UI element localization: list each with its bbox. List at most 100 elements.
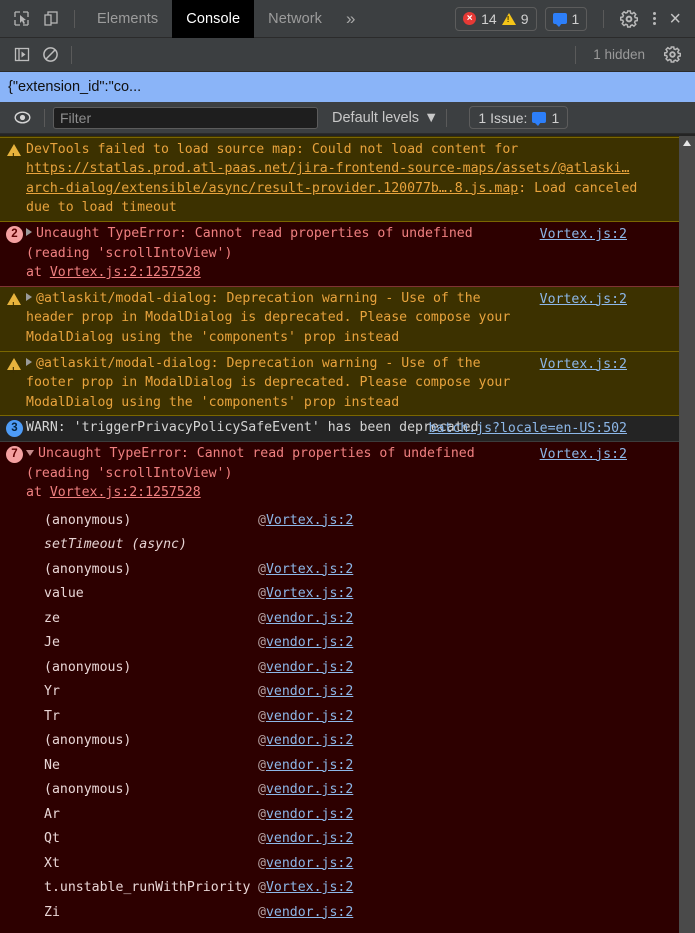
stack-location-link[interactable]: Vortex.js:2:1257528: [50, 265, 201, 280]
stack-frame-name: (anonymous): [44, 782, 132, 798]
message-source-link[interactable]: Vortex.js:2: [540, 225, 627, 245]
issues-count: 1: [551, 109, 560, 126]
filter-input[interactable]: [53, 106, 318, 129]
stack-frame-link[interactable]: vendor.js:2: [266, 684, 353, 699]
console-scrollbar[interactable]: [679, 136, 695, 933]
stack-frame-link[interactable]: Vortex.js:2: [266, 562, 353, 577]
at-keyword: at: [26, 265, 50, 281]
more-options-kebab-icon[interactable]: [646, 12, 663, 25]
filter-divider: [44, 108, 45, 127]
log-levels-dropdown[interactable]: Default levels ▼: [332, 110, 438, 126]
warning-triangle-icon: [7, 292, 21, 315]
stack-frame-link[interactable]: Vortex.js:2: [266, 586, 353, 601]
stack-frame-link[interactable]: vendor.js:2: [266, 782, 353, 797]
execution-context-icon[interactable]: [8, 43, 36, 67]
stack-frame-link[interactable]: vendor.js:2: [266, 856, 353, 871]
expand-triangle-icon[interactable]: [26, 227, 32, 236]
stack-frame[interactable]: (anonymous) @Vortex.js:2: [0, 509, 679, 534]
issues-badge[interactable]: 1 Issue: 1: [469, 106, 569, 129]
stack-frame-location: @vendor.js:2: [258, 831, 354, 847]
stack-frame[interactable]: Ne @vendor.js:2: [0, 754, 679, 779]
stack-frame[interactable]: t.unstable_runWithPriority @Vortex.js:2: [0, 876, 679, 901]
error-at-line: at Vortex.js:2:1257528: [0, 263, 679, 283]
console-message-warning-sourcemap[interactable]: DevTools failed to load source map: Coul…: [0, 137, 679, 222]
stack-trace-list: (anonymous) @Vortex.js:2 setTimeout (asy…: [0, 503, 679, 932]
stack-frame-name: (anonymous): [44, 512, 132, 528]
stack-frame-link[interactable]: vendor.js:2: [266, 905, 353, 920]
tab-network[interactable]: Network: [254, 0, 336, 38]
message-source-link[interactable]: Vortex.js:2: [540, 355, 627, 375]
stack-frame[interactable]: Qt @vendor.js:2: [0, 827, 679, 852]
more-tabs-icon[interactable]: »: [336, 0, 365, 38]
selected-text-bar[interactable]: {"extension_id":"co...: [0, 72, 695, 102]
stack-frame[interactable]: Zi @vendor.js:2: [0, 901, 679, 926]
message-source-link[interactable]: batch.js?locale=en-US:502: [429, 419, 628, 439]
stack-frame-link[interactable]: vendor.js:2: [266, 709, 353, 724]
stack-location-link[interactable]: Vortex.js:2:1257528: [50, 485, 201, 500]
stack-frame-name: (anonymous): [44, 561, 132, 577]
stack-frame-location: @Vortex.js:2: [258, 512, 354, 528]
stack-frame[interactable]: (anonymous) @Vortex.js:2: [0, 558, 679, 583]
stack-frame-link[interactable]: Vortex.js:2: [266, 880, 353, 895]
message-counter[interactable]: 1: [544, 6, 588, 31]
at-keyword: at: [26, 485, 50, 501]
inspect-element-icon[interactable]: [6, 4, 36, 34]
stack-frame[interactable]: ze @vendor.js:2: [0, 607, 679, 632]
console-message-list[interactable]: timeout DevTools failed to load source m…: [0, 136, 695, 933]
message-source-link[interactable]: Vortex.js:2: [540, 445, 627, 465]
console-settings-gear-icon[interactable]: [663, 46, 681, 64]
error-warning-counter[interactable]: × 14 9: [455, 6, 537, 31]
stack-frame[interactable]: Je @vendor.js:2: [0, 631, 679, 656]
stack-frame[interactable]: Xt @vendor.js:2: [0, 852, 679, 877]
stack-frame-location: @Vortex.js:2: [258, 586, 354, 602]
live-expression-eye-icon[interactable]: [8, 106, 36, 130]
stack-frame-link[interactable]: vendor.js:2: [266, 758, 353, 773]
stack-frame[interactable]: value @Vortex.js:2: [0, 582, 679, 607]
message-text-prefix: DevTools failed to load source map: Coul…: [26, 141, 519, 157]
stack-frame-link[interactable]: vendor.js:2: [266, 635, 353, 650]
chevron-down-icon: ▼: [424, 109, 439, 126]
close-icon[interactable]: ×: [663, 9, 691, 29]
log-levels-label: Default levels: [332, 109, 420, 126]
stack-frame[interactable]: (anonymous) @vendor.js:2: [0, 656, 679, 681]
settings-gear-icon[interactable]: [620, 9, 639, 28]
message-source-link[interactable]: Vortex.js:2: [540, 290, 627, 310]
clear-console-icon[interactable]: [36, 43, 64, 67]
selected-text: {"extension_id":"co...: [8, 79, 142, 95]
stack-frame-location: @vendor.js:2: [258, 904, 354, 920]
stack-frame-name: Ne: [44, 757, 60, 773]
console-message-error-collapsed[interactable]: 2 Uncaught TypeError: Cannot read proper…: [0, 221, 679, 287]
tab-console[interactable]: Console: [172, 0, 255, 38]
error-repeat-badge: 7: [6, 445, 23, 463]
stack-frame[interactable]: Tr @vendor.js:2: [0, 705, 679, 730]
stack-frame[interactable]: Ar @vendor.js:2: [0, 803, 679, 828]
stack-frame-async-marker: setTimeout (async): [0, 533, 679, 558]
message-count: 1: [571, 10, 580, 27]
stack-frame-link[interactable]: vendor.js:2: [266, 660, 353, 675]
hidden-messages-label[interactable]: 1 hidden: [593, 47, 645, 62]
stack-frame[interactable]: (anonymous) @vendor.js:2: [0, 778, 679, 803]
warning-message-text: @atlaskit/modal-dialog: Deprecation warn…: [26, 290, 511, 345]
tab-elements[interactable]: Elements: [83, 0, 172, 38]
stack-frame-link[interactable]: vendor.js:2: [266, 807, 353, 822]
console-message-warning-header-prop[interactable]: @atlaskit/modal-dialog: Deprecation warn…: [0, 286, 679, 352]
stack-frame-link[interactable]: Vortex.js:2: [266, 513, 353, 528]
stack-frame-location: @vendor.js:2: [258, 757, 354, 773]
scroll-up-arrow-icon[interactable]: [683, 140, 691, 146]
expand-triangle-icon[interactable]: [26, 292, 32, 301]
error-message-text: Uncaught TypeError: Cannot read properti…: [26, 225, 473, 261]
warning-triangle-icon: [501, 12, 516, 25]
stack-frame-link[interactable]: vendor.js:2: [266, 611, 353, 626]
stack-frame-link[interactable]: vendor.js:2: [266, 733, 353, 748]
console-message-info-warn[interactable]: 3 WARN: 'triggerPrivacyPolicySafeEvent' …: [0, 416, 679, 442]
device-toolbar-icon[interactable]: [36, 4, 66, 34]
console-message-warning-footer-prop[interactable]: @atlaskit/modal-dialog: Deprecation warn…: [0, 351, 679, 417]
stack-frame[interactable]: (anonymous) @vendor.js:2: [0, 729, 679, 754]
expand-triangle-icon[interactable]: [26, 357, 32, 366]
stack-frame[interactable]: Yr @vendor.js:2: [0, 680, 679, 705]
collapse-triangle-icon[interactable]: [26, 449, 34, 456]
stack-frame-location: @vendor.js:2: [258, 708, 354, 724]
warning-message-text: @atlaskit/modal-dialog: Deprecation warn…: [26, 355, 511, 410]
stack-frame-link[interactable]: vendor.js:2: [266, 831, 353, 846]
console-message-error-expanded[interactable]: 7 Uncaught TypeError: Cannot read proper…: [0, 441, 679, 933]
